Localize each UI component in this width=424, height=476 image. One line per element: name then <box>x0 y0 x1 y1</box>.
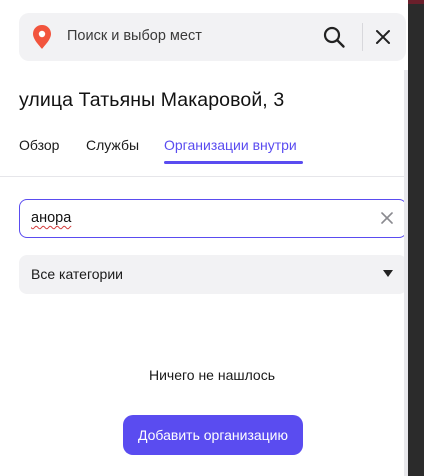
tab-organizations-inside[interactable]: Организации внутри <box>164 137 297 153</box>
search-input[interactable]: Поиск и выбор мест <box>67 28 202 44</box>
search-icon[interactable] <box>322 25 346 49</box>
category-select[interactable]: Все категории <box>19 255 407 294</box>
map-pin-icon <box>33 25 51 49</box>
organization-search-field[interactable]: анора <box>19 199 407 238</box>
tab-services[interactable]: Службы <box>86 137 139 153</box>
category-select-value: Все категории <box>31 266 123 282</box>
close-icon[interactable] <box>373 27 393 47</box>
app-frame: Поиск и выбор мест улица Татьяны Макаров… <box>0 0 424 476</box>
divider <box>0 176 420 177</box>
empty-results-message: Ничего не нашлось <box>148 367 276 383</box>
active-tab-indicator <box>164 161 303 164</box>
window-edge <box>408 0 424 476</box>
search-divider <box>362 23 363 51</box>
caret-down-icon <box>383 270 393 277</box>
place-panel: Поиск и выбор мест улица Татьяны Макаров… <box>0 0 420 476</box>
tab-overview[interactable]: Обзор <box>19 137 59 153</box>
organization-search-input[interactable]: анора <box>31 210 71 226</box>
place-title: улица Татьяны Макаровой, 3 <box>19 89 285 111</box>
add-organization-button[interactable]: Добавить организацию <box>123 415 303 455</box>
clear-icon[interactable] <box>380 211 394 225</box>
search-bar[interactable]: Поиск и выбор мест <box>19 13 406 61</box>
